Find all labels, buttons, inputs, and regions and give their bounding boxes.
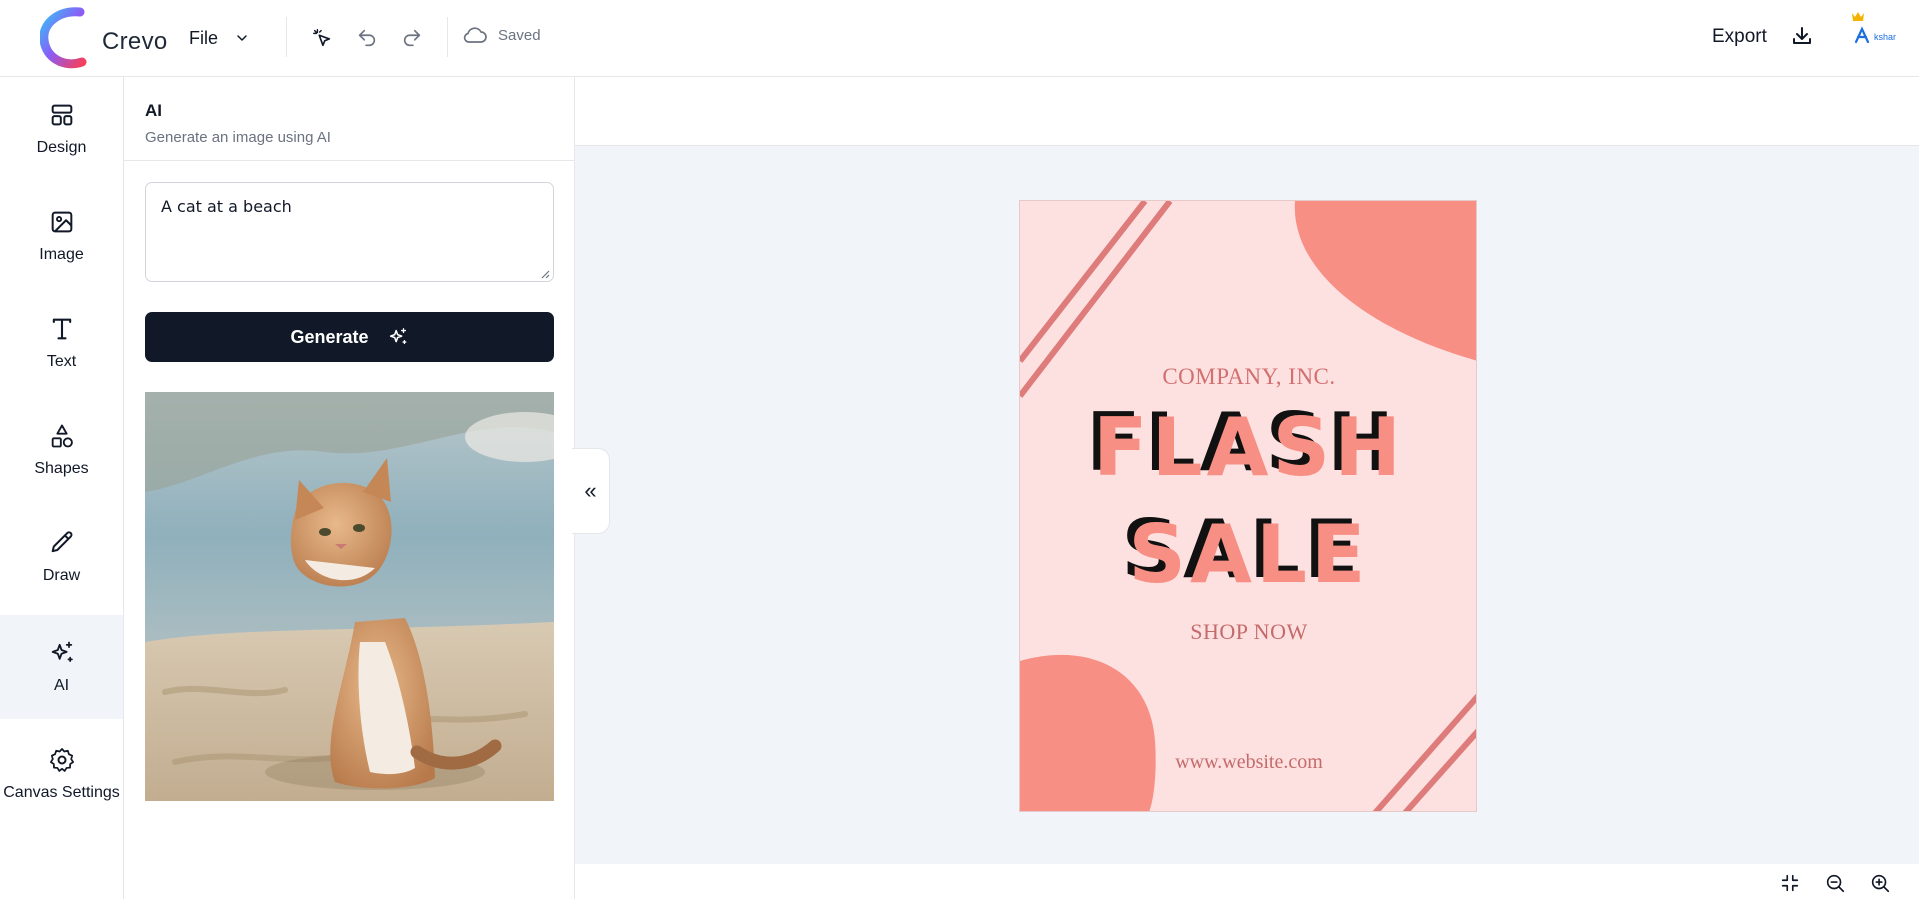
- poster-headline-flash: FLASH: [1092, 401, 1406, 494]
- nav-label: Text: [46, 353, 77, 370]
- top-toolbar: Crevo File Saved Export kshar: [0, 0, 1919, 77]
- cloud-icon: [463, 27, 487, 43]
- zoom-out-button[interactable]: [1824, 872, 1848, 896]
- user-avatar[interactable]: kshar: [1848, 10, 1900, 54]
- ai-panel: AI Generate an image using AI A cat at a…: [124, 77, 575, 899]
- undo-icon: [358, 29, 376, 47]
- crevo-logo[interactable]: Crevo: [39, 6, 167, 70]
- toolbar-divider: [286, 17, 287, 57]
- nav-item-design[interactable]: Design: [0, 77, 123, 181]
- poster-website: www.website.com: [1175, 751, 1323, 773]
- shapes-icon: [51, 424, 73, 448]
- fit-screen-button[interactable]: [1779, 872, 1803, 896]
- nav-item-ai[interactable]: AI: [0, 615, 123, 719]
- gear-icon: [49, 748, 74, 772]
- panel-subtitle: Generate an image using AI: [145, 129, 331, 146]
- zoom-in-button[interactable]: [1869, 872, 1893, 896]
- generate-label: Generate: [290, 326, 369, 347]
- file-menu-label: File: [189, 27, 219, 48]
- ai-prompt-input[interactable]: A cat at a beach: [145, 182, 554, 282]
- download-icon: [1793, 27, 1811, 44]
- nav-item-canvas-settings[interactable]: Canvas Settings: [0, 722, 123, 826]
- panel-header: AI Generate an image using AI: [124, 77, 574, 161]
- redo-icon: [403, 29, 421, 47]
- double-chevron-left-icon: «: [584, 478, 597, 503]
- left-navigation: Design Image Text Shapes Draw AI Canvas …: [0, 77, 124, 899]
- nav-label: Canvas Settings: [3, 784, 120, 801]
- zoom-in-icon: [1871, 874, 1890, 893]
- saved-label: Saved: [498, 26, 541, 44]
- sparkles-icon: [51, 641, 73, 663]
- nav-label: Image: [39, 246, 84, 263]
- nav-label: Design: [36, 139, 87, 156]
- logo-text: Crevo: [102, 28, 168, 55]
- select-pointer-button[interactable]: [308, 24, 336, 52]
- nav-label: AI: [53, 677, 70, 694]
- nav-item-text[interactable]: Text: [0, 291, 123, 395]
- undo-button[interactable]: [353, 24, 381, 52]
- nav-label: Shapes: [34, 460, 89, 477]
- canvas-header-bar: [575, 77, 1919, 146]
- file-menu[interactable]: File: [175, 20, 264, 56]
- sparkles-icon: [389, 328, 406, 345]
- minimize-icon: [1781, 874, 1799, 892]
- nav-item-shapes[interactable]: Shapes: [0, 398, 123, 502]
- export-button[interactable]: Export: [1712, 26, 1767, 48]
- pencil-icon: [51, 531, 72, 553]
- text-icon: [52, 318, 71, 340]
- download-button[interactable]: [1790, 24, 1818, 52]
- poster-headline-sale: SALE: [1128, 508, 1370, 601]
- pointer-click-icon: [313, 29, 331, 47]
- user-initials: kshar: [1874, 32, 1897, 42]
- cat-beach-illustration: [145, 392, 554, 801]
- collapse-panel-button[interactable]: «: [572, 448, 610, 534]
- panel-title: AI: [145, 101, 162, 120]
- poster-company: COMPANY, INC.: [1162, 364, 1336, 389]
- image-icon: [51, 211, 72, 233]
- resize-grip-icon[interactable]: [540, 269, 550, 279]
- poster-cta: SHOP NOW: [1190, 619, 1308, 644]
- chevron-down-icon: [237, 35, 247, 41]
- nav-label: Draw: [42, 567, 81, 584]
- nav-item-image[interactable]: Image: [0, 184, 123, 288]
- layout-icon: [51, 104, 72, 126]
- save-status: Saved: [462, 24, 541, 46]
- flash-sale-poster[interactable]: COMPANY, INC. FLASH SALE SHOP NOW www.we…: [1019, 200, 1477, 812]
- nav-item-draw[interactable]: Draw: [0, 505, 123, 609]
- toolbar-divider: [447, 17, 448, 57]
- redo-button[interactable]: [398, 24, 426, 52]
- generated-image-cat-beach[interactable]: [145, 392, 554, 801]
- generate-button[interactable]: Generate: [145, 312, 554, 362]
- canvas-footer-bar: [575, 864, 1919, 899]
- zoom-out-icon: [1826, 874, 1845, 893]
- poster-decorations: [1020, 201, 1476, 811]
